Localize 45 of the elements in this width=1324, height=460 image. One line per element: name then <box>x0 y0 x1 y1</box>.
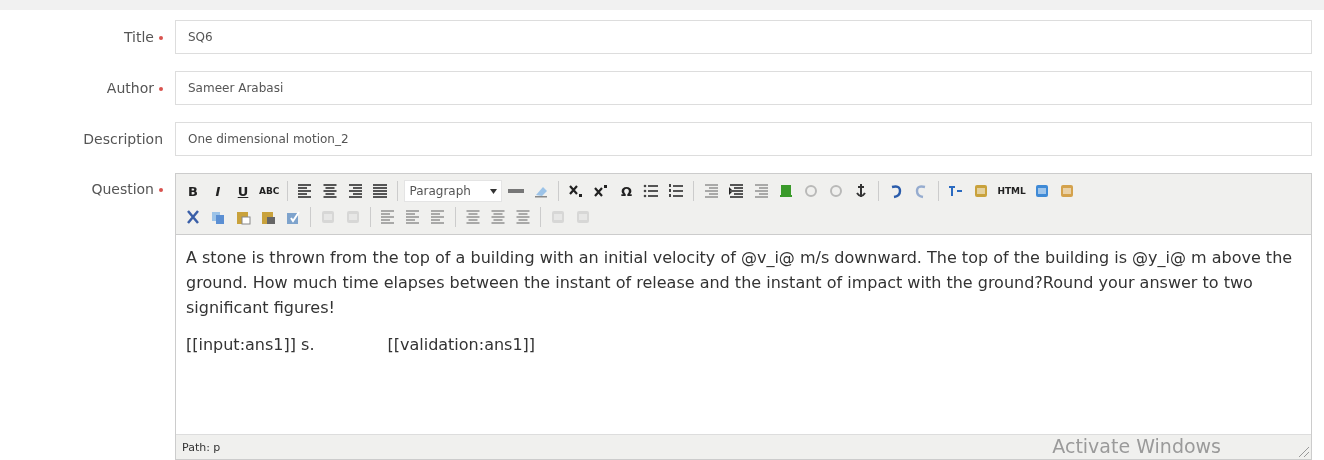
template-icon <box>1058 183 1075 199</box>
placeholder-tag: [[input:ans1]] s. <box>186 332 315 357</box>
paste-word-icon <box>285 209 301 225</box>
superscript-icon <box>593 183 610 199</box>
text-field[interactable]: SQ6 <box>175 20 1312 54</box>
cut-icon <box>185 209 201 225</box>
caret-icon <box>490 188 498 194</box>
text-field[interactable]: One dimensional motion_2 <box>175 122 1312 156</box>
bullet-list-icon <box>643 183 660 199</box>
numbered-list-icon <box>668 183 685 199</box>
required-mark-icon <box>159 87 163 91</box>
question-text: A stone is thrown from the top of a building with an initial velocity of @v_i@ m/s downward. The top of the building is @y_i@ m above the ground. How much time elapses between the instant of release and the instant of impact with the ground?Round your answer to two significant figures! <box>186 247 1294 319</box>
subscript-icon <box>568 183 585 199</box>
format-button[interactable]: U <box>232 180 254 202</box>
format-button[interactable]: B <box>182 180 204 202</box>
align-center-icon <box>322 183 339 199</box>
rich-text-editor[interactable] <box>175 173 1312 460</box>
field-label: Description <box>82 131 163 147</box>
document-icon <box>1033 183 1050 199</box>
field-label: Title <box>0 29 163 45</box>
element-path: Path: p <box>182 440 221 454</box>
required-mark-icon <box>159 188 163 192</box>
format-button[interactable]: ABC <box>257 180 282 202</box>
outdent-icon <box>703 183 720 199</box>
resize-handle[interactable] <box>1299 447 1309 457</box>
indent-icon <box>728 183 745 199</box>
align-right-icon <box>347 183 364 199</box>
format-button[interactable]: HTML <box>995 180 1028 202</box>
format-select-value: Paragraph <box>409 184 471 198</box>
field-label: Question <box>0 173 163 197</box>
field-label: Author <box>0 80 163 96</box>
required-mark-icon <box>159 36 163 40</box>
activation-notice: Activate Windows <box>1052 435 1221 457</box>
paste-text-icon <box>260 209 276 225</box>
format-select[interactable]: Paragraph <box>404 180 503 202</box>
justify-icon <box>372 183 389 199</box>
text-style-icon <box>948 183 965 199</box>
media-icon <box>973 183 990 199</box>
placeholder-tag: [[validation:ans1]] <box>387 332 536 357</box>
align-left-icon <box>297 183 314 199</box>
format-button[interactable]: I <box>207 180 229 202</box>
copy-icon <box>210 209 226 225</box>
format-button[interactable]: Ω <box>615 180 638 202</box>
text-field[interactable]: Sameer Arabasi <box>175 71 1312 105</box>
paste-icon <box>235 209 251 225</box>
